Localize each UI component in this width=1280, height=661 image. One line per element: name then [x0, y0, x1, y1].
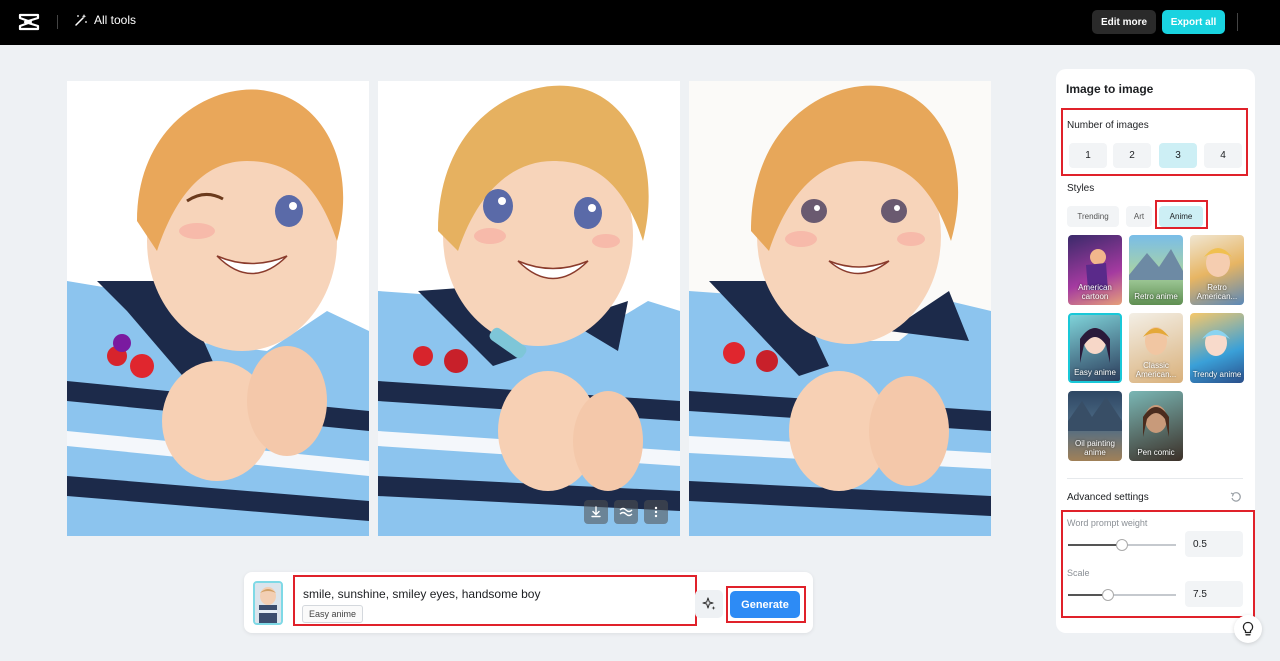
- topbar-divider-right: [1237, 13, 1238, 31]
- all-tools-button[interactable]: All tools: [74, 13, 136, 27]
- word-prompt-weight-label: Word prompt weight: [1067, 518, 1148, 528]
- number-option-3[interactable]: 3: [1159, 143, 1197, 168]
- anime-boy-illustration: [378, 81, 680, 536]
- sparkle-icon: [702, 597, 716, 610]
- enhance-button[interactable]: [614, 500, 638, 524]
- tab-art[interactable]: Art: [1126, 206, 1152, 227]
- image-action-bar: [584, 500, 668, 524]
- advanced-settings-label: Advanced settings: [1067, 492, 1149, 503]
- reset-icon[interactable]: [1230, 491, 1242, 503]
- scale-input[interactable]: 7.5: [1185, 581, 1243, 607]
- styles-label: Styles: [1067, 183, 1095, 194]
- anime-boy-illustration: [689, 81, 991, 536]
- edit-more-button[interactable]: Edit more: [1092, 10, 1156, 34]
- slider-fill: [1068, 544, 1122, 546]
- style-label: Oil painting anime: [1074, 439, 1116, 457]
- style-trendy-anime[interactable]: Trendy anime: [1190, 313, 1244, 383]
- enhance-icon: [619, 507, 633, 517]
- tab-anime[interactable]: Anime: [1159, 206, 1203, 227]
- result-image-2[interactable]: [378, 81, 680, 536]
- number-option-1[interactable]: 1: [1069, 143, 1107, 168]
- style-label: Easy anime: [1074, 368, 1116, 377]
- export-all-button[interactable]: Export all: [1162, 10, 1225, 34]
- anime-boy-illustration: [67, 81, 369, 536]
- prompt-enhance-button[interactable]: [695, 590, 723, 618]
- style-label: American cartoon: [1078, 283, 1112, 301]
- download-button[interactable]: [584, 500, 608, 524]
- word-prompt-weight-slider[interactable]: [1068, 539, 1176, 551]
- child-photo: [255, 583, 281, 623]
- prompt-bar: smile, sunshine, smiley eyes, handsome b…: [244, 572, 813, 633]
- settings-panel: Image to image Number of images 1 2 3 4 …: [1056, 69, 1255, 633]
- source-image-thumbnail[interactable]: [253, 581, 283, 625]
- style-label: Classic American...: [1135, 361, 1177, 379]
- style-label: Trendy anime: [1192, 370, 1242, 379]
- magic-wand-icon: [75, 14, 87, 26]
- slider-handle[interactable]: [1102, 589, 1114, 601]
- style-american-cartoon[interactable]: American cartoon: [1068, 235, 1122, 305]
- result-image-3[interactable]: [689, 81, 991, 536]
- section-divider: [1067, 478, 1243, 479]
- generate-highlight: Generate: [726, 586, 806, 623]
- style-retro-anime[interactable]: Retro anime: [1129, 235, 1183, 305]
- prompt-input-area[interactable]: smile, sunshine, smiley eyes, handsome b…: [293, 575, 697, 626]
- tips-button[interactable]: [1234, 615, 1262, 643]
- style-classic-american[interactable]: Classic American...: [1129, 313, 1183, 383]
- capcut-logo-icon[interactable]: [18, 12, 40, 32]
- slider-handle[interactable]: [1116, 539, 1128, 551]
- download-icon: [591, 506, 601, 518]
- scale-slider[interactable]: [1068, 589, 1176, 601]
- generate-button[interactable]: Generate: [730, 591, 800, 618]
- style-label: Retro American...: [1196, 283, 1238, 301]
- tab-trending[interactable]: Trending: [1067, 206, 1119, 227]
- lightbulb-icon: [1242, 621, 1254, 636]
- topbar-divider: [57, 15, 58, 29]
- style-label: Pen comic: [1137, 448, 1175, 457]
- word-prompt-weight-input[interactable]: 0.5: [1185, 531, 1243, 557]
- scale-label: Scale: [1067, 568, 1090, 578]
- more-button[interactable]: [644, 500, 668, 524]
- style-retro-american[interactable]: Retro American...: [1190, 235, 1244, 305]
- top-bar: All tools Edit more Export all: [0, 0, 1280, 45]
- number-of-images-label: Number of images: [1067, 120, 1149, 131]
- style-pen-comic[interactable]: Pen comic: [1129, 391, 1183, 461]
- panel-title: Image to image: [1066, 82, 1154, 96]
- result-image-1[interactable]: [67, 81, 369, 536]
- style-label: Retro anime: [1134, 292, 1178, 301]
- more-icon: [654, 506, 658, 518]
- style-oil-painting-anime[interactable]: Oil painting anime: [1068, 391, 1122, 461]
- style-easy-anime[interactable]: Easy anime: [1068, 313, 1122, 383]
- prompt-input[interactable]: smile, sunshine, smiley eyes, handsome b…: [303, 587, 540, 601]
- style-chip[interactable]: Easy anime: [302, 605, 364, 623]
- number-option-2[interactable]: 2: [1113, 143, 1151, 168]
- number-option-4[interactable]: 4: [1204, 143, 1242, 168]
- all-tools-label: All tools: [94, 13, 137, 27]
